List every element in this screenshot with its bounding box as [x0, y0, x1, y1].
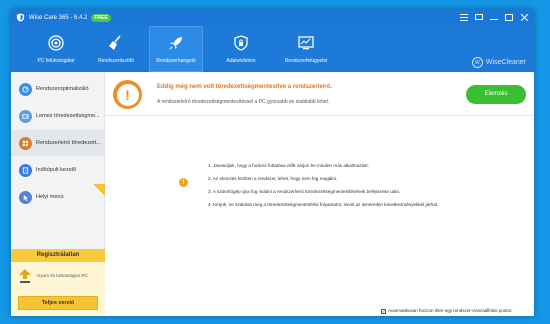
- analyze-button[interactable]: Elemzés: [466, 85, 526, 104]
- instruction-item: 4. Kérjük, ne szakítsa meg a töredezetts…: [208, 202, 439, 207]
- instruction-item: 2. Az elemzés közben a rendszer, lehet, …: [208, 176, 338, 181]
- new-corner-badge: [93, 184, 105, 196]
- warning-icon: !: [113, 80, 142, 109]
- sidebar-item-label: Helyi menü: [36, 194, 64, 200]
- context-menu-icon: [19, 190, 32, 204]
- maximize-icon[interactable]: [502, 12, 516, 24]
- tab-label: PC felülvizsgálat: [37, 58, 75, 64]
- promo-text: Gyors és biztonságos PC: [37, 272, 88, 278]
- tab-privacy[interactable]: Adatvédelem: [214, 26, 268, 72]
- wisecleaner-logo: W WiseCleaner: [471, 57, 526, 68]
- sidebar-item-registry-defrag[interactable]: Rendszerleíró töredezett...: [11, 130, 105, 156]
- status-title: Eddig még nem volt töredezettségmentesít…: [157, 84, 333, 90]
- monitor-icon: [298, 36, 314, 50]
- tab-system-cleaner[interactable]: Rendszertisztító: [89, 26, 143, 72]
- restore-point-label: Automatikusan hozzon létre egy rendszer-…: [388, 308, 513, 313]
- instruction-item: 1. Javasoljuk, hogy a funkció futtatása …: [208, 163, 369, 168]
- upgrade-panel: Regisztrálatlan Gyors és biztonságos PC …: [11, 249, 105, 316]
- feedback-icon[interactable]: [472, 12, 486, 24]
- tab-pc-checkup[interactable]: PC felülvizsgálat: [29, 26, 83, 72]
- tab-system-monitor[interactable]: Rendszerfelügyelet: [279, 26, 333, 72]
- sidebar-item-label: Rendszerleíró töredezett...: [36, 140, 101, 146]
- sidebar-item-label: Indítópult kezelő: [36, 167, 77, 173]
- app-window: Wise Care 365 - 6.4.2 FREE PC felülvizsg…: [11, 9, 534, 316]
- tab-label: Rendszerhangoló: [156, 58, 196, 64]
- wisecleaner-icon: W: [471, 57, 483, 68]
- shield-icon: [234, 35, 248, 51]
- status-subtitle: A rendszerleíró töredezettségmentesítéss…: [157, 99, 330, 105]
- sidebar-item-system-optimizer[interactable]: Rendszeroptimalizáló: [11, 76, 105, 102]
- disk-icon: [19, 109, 32, 123]
- restore-point-checkbox[interactable]: ✓: [381, 309, 386, 314]
- status-header: ! Eddig még nem volt töredezettségmentes…: [105, 72, 534, 116]
- tab-label: Adatvédelem: [226, 58, 256, 64]
- instructions-list: 1. Javasoljuk, hogy a funkció futtatása …: [208, 163, 528, 215]
- target-icon: [48, 35, 64, 51]
- title-bar: Wise Care 365 - 6.4.2 FREE: [11, 9, 534, 26]
- sidebar-item-context-menu[interactable]: Helyi menü: [11, 184, 105, 210]
- sidebar-item-startup-manager[interactable]: Indítópult kezelő: [11, 157, 105, 183]
- registry-icon: [19, 136, 32, 150]
- app-logo-icon: [16, 13, 25, 22]
- footer-bar: ✓ Automatikusan hozzon létre egy rendsze…: [105, 307, 534, 316]
- upgrade-arrow-icon: [19, 268, 31, 283]
- sidebar-item-disk-defrag[interactable]: Lemez töredezettségme...: [11, 103, 105, 129]
- instruction-item: 3. A számítógép újra fog indulni a rends…: [208, 189, 401, 194]
- startup-icon: [19, 163, 32, 177]
- minimize-icon[interactable]: [487, 12, 501, 24]
- promo-row: Gyors és biztonságos PC: [11, 262, 105, 289]
- sidebar-item-label: Lemez töredezettségme...: [36, 113, 100, 119]
- broom-icon: [109, 35, 121, 50]
- tab-system-tuneup[interactable]: Rendszerhangoló: [149, 26, 203, 72]
- sidebar: Rendszeroptimalizáló Lemez töredezettség…: [11, 72, 105, 316]
- close-icon[interactable]: [517, 12, 531, 24]
- tab-label: Rendszerfelügyelet: [284, 58, 328, 64]
- brand-label: WiseCleaner: [485, 59, 526, 66]
- unregistered-heading: Regisztrálatlan: [11, 249, 105, 262]
- rocket-icon: [169, 37, 182, 50]
- info-icon: !: [179, 178, 188, 187]
- main-panel: ! Eddig még nem volt töredezettségmentes…: [105, 72, 534, 316]
- full-version-button[interactable]: Teljes verzió: [18, 296, 98, 310]
- main-toolbar: PC felülvizsgálat Rendszertisztító Rends…: [11, 26, 534, 72]
- menu-icon[interactable]: [457, 12, 471, 24]
- tab-label: Rendszertisztító: [98, 58, 134, 64]
- gauge-icon: [19, 82, 32, 96]
- window-controls: [456, 9, 531, 26]
- sidebar-item-label: Rendszeroptimalizáló: [36, 86, 89, 92]
- free-badge: FREE: [91, 13, 111, 22]
- window-title: Wise Care 365 - 6.4.2: [29, 14, 88, 21]
